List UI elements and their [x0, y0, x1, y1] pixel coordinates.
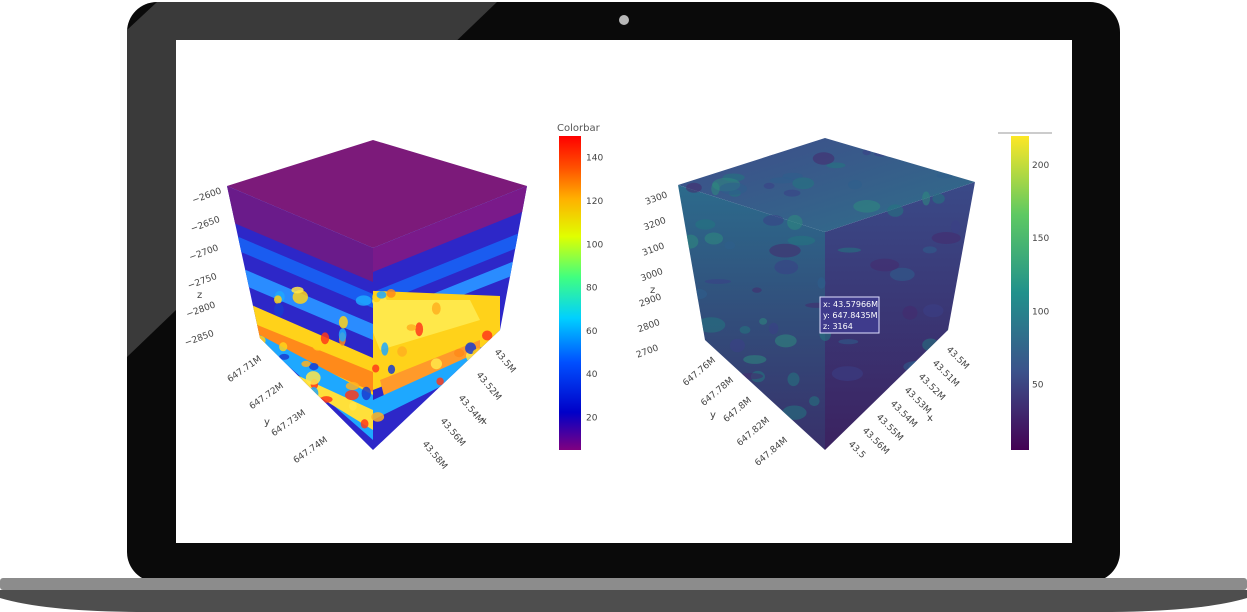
scatter-point: [345, 381, 360, 391]
colorbar-tick: 50: [1032, 380, 1044, 390]
volume-spot: [950, 220, 961, 234]
colorbar-tick: 200: [1032, 161, 1049, 171]
scatter-point: [274, 295, 282, 304]
scatter-point: [338, 316, 348, 329]
volume-spot: [769, 243, 801, 258]
scatter-point: [386, 289, 396, 298]
volume-spot: [763, 215, 784, 226]
volume-spot: [719, 182, 748, 195]
volume-spot: [704, 279, 732, 284]
scatter-point: [305, 371, 321, 385]
scatter-point: [345, 390, 359, 401]
volume-spot: [752, 287, 762, 293]
volume-spot: [922, 191, 931, 206]
scatter-point: [279, 342, 288, 352]
webcam-icon: [619, 15, 629, 25]
scatter-point: [274, 303, 284, 317]
volume-spot: [686, 182, 702, 193]
hover-y: y: 647.8435M: [823, 311, 878, 320]
volume-spot: [787, 214, 803, 230]
colorbar-tick: 150: [1032, 234, 1049, 244]
volume-spot: [887, 204, 904, 217]
volume-spot: [783, 189, 801, 197]
volume-spot: [870, 258, 900, 272]
colorbar-tick: 80: [586, 284, 598, 294]
volume-spot: [923, 304, 944, 318]
colorbar-tick: 40: [586, 370, 598, 380]
scatter-point: [312, 342, 324, 351]
volume-spot: [729, 338, 746, 353]
x-axis-label-2: x: [927, 413, 933, 424]
colorbar-tick: 120: [586, 197, 603, 207]
volume-spot: [931, 232, 961, 244]
colorbar[interactable]: [559, 136, 581, 450]
volume-spot: [902, 305, 918, 320]
scatter-point: [431, 302, 441, 315]
colorbar-tick: 100: [1032, 307, 1049, 317]
volume-spot: [768, 322, 779, 335]
scatter-point: [338, 328, 347, 342]
scatter-point: [381, 342, 389, 356]
volume-spot: [837, 247, 862, 253]
scatter-point: [320, 332, 330, 345]
volume-spot: [792, 177, 815, 190]
colorbar-tick: 140: [586, 154, 603, 164]
scatter-point: [291, 286, 304, 294]
volume-spot: [739, 326, 751, 334]
volume-spot: [724, 241, 736, 250]
volume-spot: [932, 193, 945, 204]
colorbar-tick: 20: [586, 414, 598, 424]
volume-spot: [695, 219, 716, 230]
colorbar-tick: 60: [586, 327, 598, 337]
volume-spot: [769, 177, 794, 184]
hover-x: x: 43.57966M: [823, 300, 878, 309]
y-axis-label-2: y: [710, 410, 716, 421]
volume-spot: [787, 235, 816, 246]
z-axis-label: z: [197, 290, 202, 301]
scatter-point: [355, 295, 372, 306]
volume-spot: [743, 355, 767, 364]
scatter-point: [430, 358, 442, 370]
scatter-point: [349, 401, 357, 411]
scatter-point: [371, 412, 385, 422]
scatter-point: [387, 364, 396, 374]
colorbar-tick: 100: [586, 240, 603, 250]
scatter-point: [436, 377, 444, 386]
scatter-point: [372, 364, 380, 373]
volume-spot: [812, 152, 835, 165]
hover-tooltip: x: 43.57966M y: 647.8435M z: 3164: [819, 296, 880, 334]
colorbar-title: Colorbar: [557, 123, 601, 134]
volume-spot: [831, 366, 864, 381]
scatter-point: [406, 324, 417, 331]
volume-spot: [853, 200, 881, 213]
scatter-point: [361, 386, 371, 401]
volume-spot: [838, 339, 859, 345]
scatter-point: [376, 291, 387, 299]
volume-spot: [848, 179, 862, 190]
colorbar-2[interactable]: [1011, 136, 1029, 450]
laptop-base: [0, 578, 1247, 590]
volume-spot: [774, 334, 797, 348]
scatter-point: [415, 322, 424, 337]
laptop-mockup: z −2600−2650−2700−2750−2800−2850 y 647.7…: [0, 2, 1247, 612]
scatter-point: [360, 419, 369, 429]
volume-spot: [763, 182, 775, 189]
volume-spot: [787, 372, 800, 387]
laptop-base-shadow: [0, 590, 1247, 612]
volume-spot: [922, 246, 937, 254]
volume-spot: [809, 396, 820, 407]
y-axis-label: y: [264, 417, 270, 428]
hover-z: z: 3164: [823, 322, 853, 331]
scatter-point: [454, 349, 465, 358]
volume-spot: [774, 259, 799, 275]
scatter-point: [397, 346, 407, 357]
volume-spot: [817, 277, 826, 289]
scatter-point: [301, 360, 311, 367]
volume-spot: [759, 318, 768, 325]
volume-spot: [704, 232, 723, 245]
